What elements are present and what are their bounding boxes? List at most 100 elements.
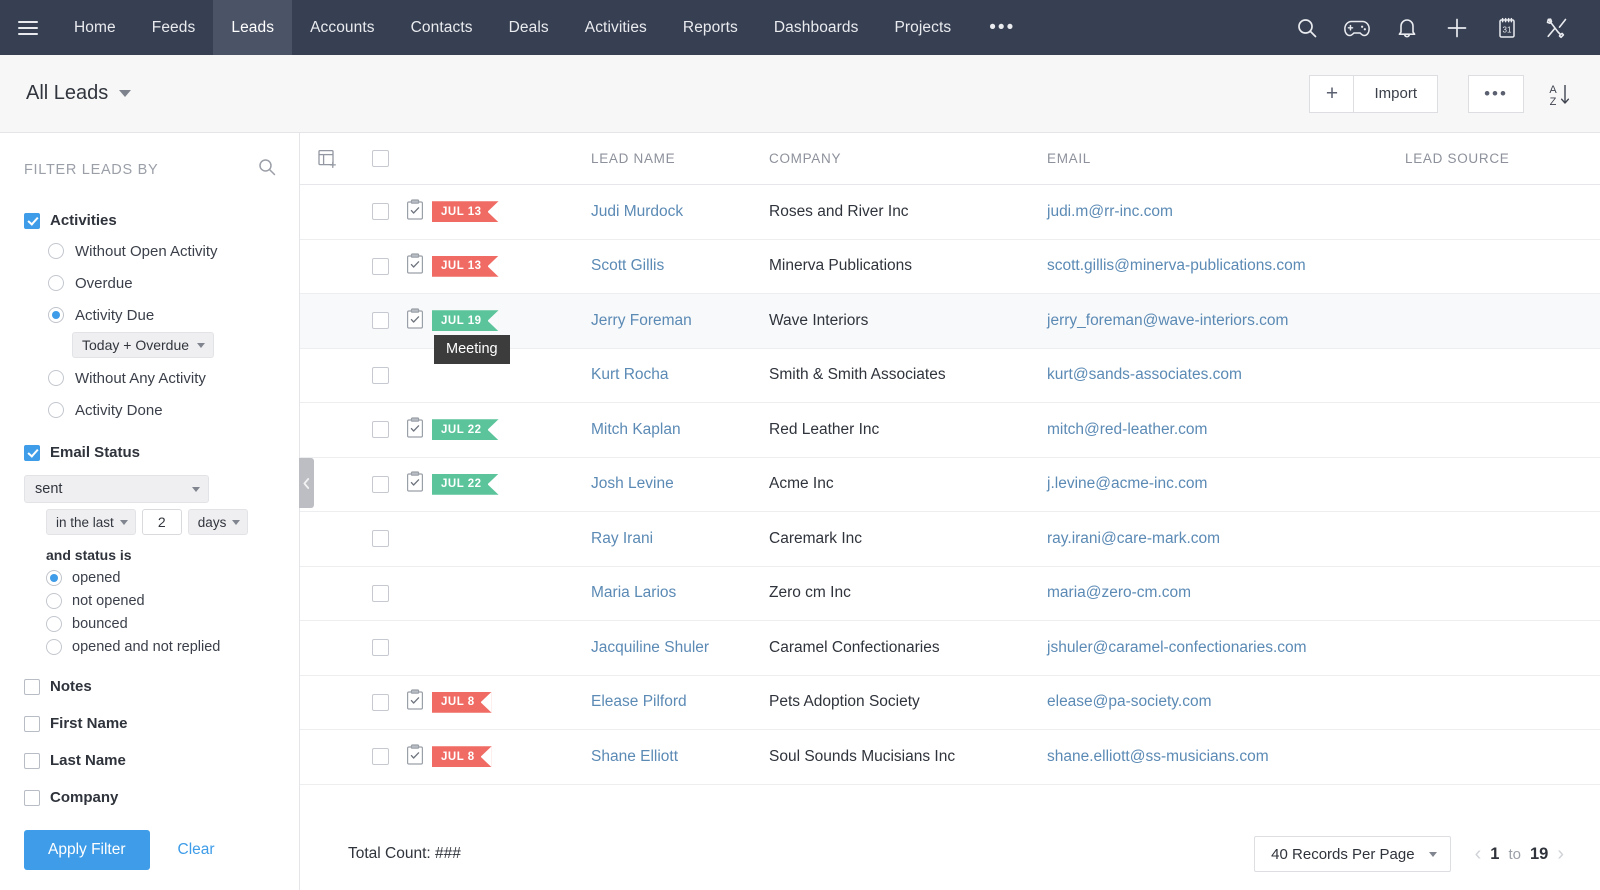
apply-filter-button[interactable]: Apply Filter (24, 830, 150, 870)
import-button[interactable]: Import (1353, 74, 1438, 113)
row-checkbox[interactable] (371, 312, 389, 330)
filter-checkbox[interactable] (24, 715, 40, 732)
filter-checkbox[interactable] (24, 752, 40, 769)
table-row[interactable]: JUL 13 Judi Murdock Roses and River Inc jud… (300, 185, 1600, 240)
search-icon[interactable] (255, 155, 279, 184)
nav-more-button[interactable]: ••• (969, 0, 1035, 55)
activity-option-row[interactable]: Activity Done (24, 394, 279, 426)
nav-item-accounts[interactable]: Accounts (292, 0, 393, 55)
activity-date-badge[interactable]: JUL 13 (432, 201, 499, 223)
nav-item-deals[interactable]: Deals (491, 0, 567, 55)
filter-checkbox-row[interactable]: Last Name (24, 742, 279, 779)
cell-email[interactable]: mitch@red-leather.com (1047, 421, 1405, 439)
filter-checkbox[interactable] (24, 789, 40, 806)
table-row[interactable]: Ray Irani Caremark Inc ray.irani@care-mark… (300, 512, 1600, 567)
email-status-checkbox[interactable] (24, 444, 40, 461)
select-all-checkbox[interactable] (371, 150, 389, 167)
nav-item-contacts[interactable]: Contacts (393, 0, 491, 55)
table-row[interactable]: JUL 8 Elease Pilford Pets Adoption Society… (300, 676, 1600, 730)
cell-lead-name[interactable]: Jacquiline Shuler (591, 639, 769, 657)
activity-flag[interactable]: JUL 22 (406, 471, 499, 497)
activity-radio[interactable] (48, 243, 64, 259)
activity-date-badge[interactable]: JUL 8 (432, 691, 492, 713)
activity-date-badge[interactable]: JUL 8 (432, 746, 492, 768)
activity-date-badge[interactable]: JUL 22 (432, 419, 499, 441)
cell-lead-name[interactable]: Maria Larios (591, 584, 769, 602)
row-checkbox[interactable] (371, 530, 389, 548)
nav-item-reports[interactable]: Reports (665, 0, 756, 55)
cell-lead-name[interactable]: Josh Levine (591, 475, 769, 493)
search-icon[interactable] (1282, 0, 1332, 55)
row-checkbox[interactable] (371, 584, 389, 602)
nav-item-feeds[interactable]: Feeds (134, 0, 214, 55)
time-range-number-input[interactable] (141, 509, 182, 535)
time-range-select[interactable]: in the last (46, 509, 136, 535)
table-row[interactable]: JUL 22 Josh Levine Acme Inc j.levine@acme-i… (300, 458, 1600, 512)
header-lead-name[interactable]: LEAD NAME (591, 151, 769, 166)
activity-date-badge[interactable]: JUL 19 (432, 310, 499, 332)
table-row[interactable]: JUL 8 Shane Elliott Soul Sounds Mucisians … (300, 730, 1600, 785)
activity-date-badge[interactable]: JUL 22 (432, 473, 499, 495)
tools-icon[interactable] (1532, 0, 1582, 55)
nav-item-dashboards[interactable]: Dashboards (756, 0, 877, 55)
nav-item-leads[interactable]: Leads (213, 0, 293, 55)
activity-flag[interactable]: JUL 13 (406, 199, 499, 225)
row-checkbox[interactable] (371, 421, 389, 439)
email-status-option-row[interactable]: opened and not replied (46, 635, 279, 658)
records-per-page-select[interactable]: 40 Records Per Page (1254, 836, 1451, 872)
filter-checkbox-row[interactable]: Notes (24, 668, 279, 705)
cell-email[interactable]: scott.gillis@minerva-publications.com (1047, 257, 1405, 275)
table-row[interactable]: Maria Larios Zero cm Inc maria@zero-cm.com (300, 567, 1600, 621)
nav-item-projects[interactable]: Projects (876, 0, 969, 55)
cell-email[interactable]: kurt@sands-associates.com (1047, 366, 1405, 384)
activity-radio[interactable] (48, 402, 64, 418)
row-checkbox[interactable] (371, 748, 389, 766)
hamburger-icon[interactable] (0, 0, 56, 55)
email-status-option-row[interactable]: bounced (46, 612, 279, 635)
cell-lead-name[interactable]: Kurt Rocha (591, 366, 769, 384)
email-status-option-row[interactable]: opened (46, 566, 279, 589)
table-row[interactable]: JUL 22 Mitch Kaplan Red Leather Inc mitch@r… (300, 403, 1600, 458)
cell-lead-name[interactable]: Scott Gillis (591, 257, 769, 275)
cell-lead-name[interactable]: Jerry Foreman (591, 312, 769, 330)
activity-flag[interactable]: JUL 22 (406, 417, 499, 443)
cell-email[interactable]: ray.irani@care-mark.com (1047, 530, 1405, 548)
header-lead-source[interactable]: LEAD SOURCE (1405, 151, 1600, 166)
row-checkbox[interactable] (371, 366, 389, 384)
row-checkbox[interactable] (371, 693, 389, 711)
row-checkbox[interactable] (371, 475, 389, 493)
nav-item-activities[interactable]: Activities (567, 0, 665, 55)
filter-checkbox[interactable] (24, 678, 40, 695)
row-checkbox[interactable] (371, 257, 389, 275)
cell-email[interactable]: jerry_foreman@wave-interiors.com (1047, 312, 1405, 330)
activity-flag[interactable]: JUL 8 (406, 744, 492, 770)
header-company[interactable]: COMPANY (769, 151, 1047, 166)
calendar-icon[interactable]: 31 (1482, 0, 1532, 55)
cell-lead-name[interactable]: Judi Murdock (591, 203, 769, 221)
activity-option-row[interactable]: Overdue (24, 267, 279, 299)
column-settings-icon[interactable] (300, 148, 354, 169)
bell-icon[interactable] (1382, 0, 1432, 55)
plus-icon[interactable] (1432, 0, 1482, 55)
activity-flag[interactable]: JUL 13 (406, 253, 499, 279)
activity-due-dropdown[interactable]: Today + Overdue (72, 332, 215, 358)
activity-radio[interactable] (48, 370, 64, 386)
gamepad-icon[interactable] (1332, 0, 1382, 55)
filter-checkbox-row[interactable]: Company (24, 779, 279, 816)
activities-checkbox-row[interactable]: Activities (24, 206, 279, 235)
time-unit-select[interactable]: days (187, 509, 249, 535)
activity-option-row[interactable]: Without Any Activity (24, 362, 279, 394)
email-status-checkbox-row[interactable]: Email Status (24, 438, 279, 467)
table-row[interactable]: JUL 13 Scott Gillis Minerva Publications sc… (300, 240, 1600, 294)
activity-option-row[interactable]: Activity Due (24, 299, 279, 331)
cell-lead-name[interactable]: Elease Pilford (591, 693, 769, 711)
activity-flag[interactable]: JUL 19 Meeting (406, 308, 510, 364)
prev-page-button[interactable]: ‹ (1475, 844, 1482, 864)
activities-checkbox[interactable] (24, 212, 40, 229)
email-status-radio[interactable] (46, 569, 62, 586)
activity-radio[interactable] (48, 307, 64, 323)
cell-email[interactable]: judi.m@rr-inc.com (1047, 203, 1405, 221)
cell-lead-name[interactable]: Shane Elliott (591, 748, 769, 766)
activity-option-row[interactable]: Without Open Activity (24, 235, 279, 267)
table-row[interactable]: Jacquiline Shuler Caramel Confectionaries… (300, 621, 1600, 676)
